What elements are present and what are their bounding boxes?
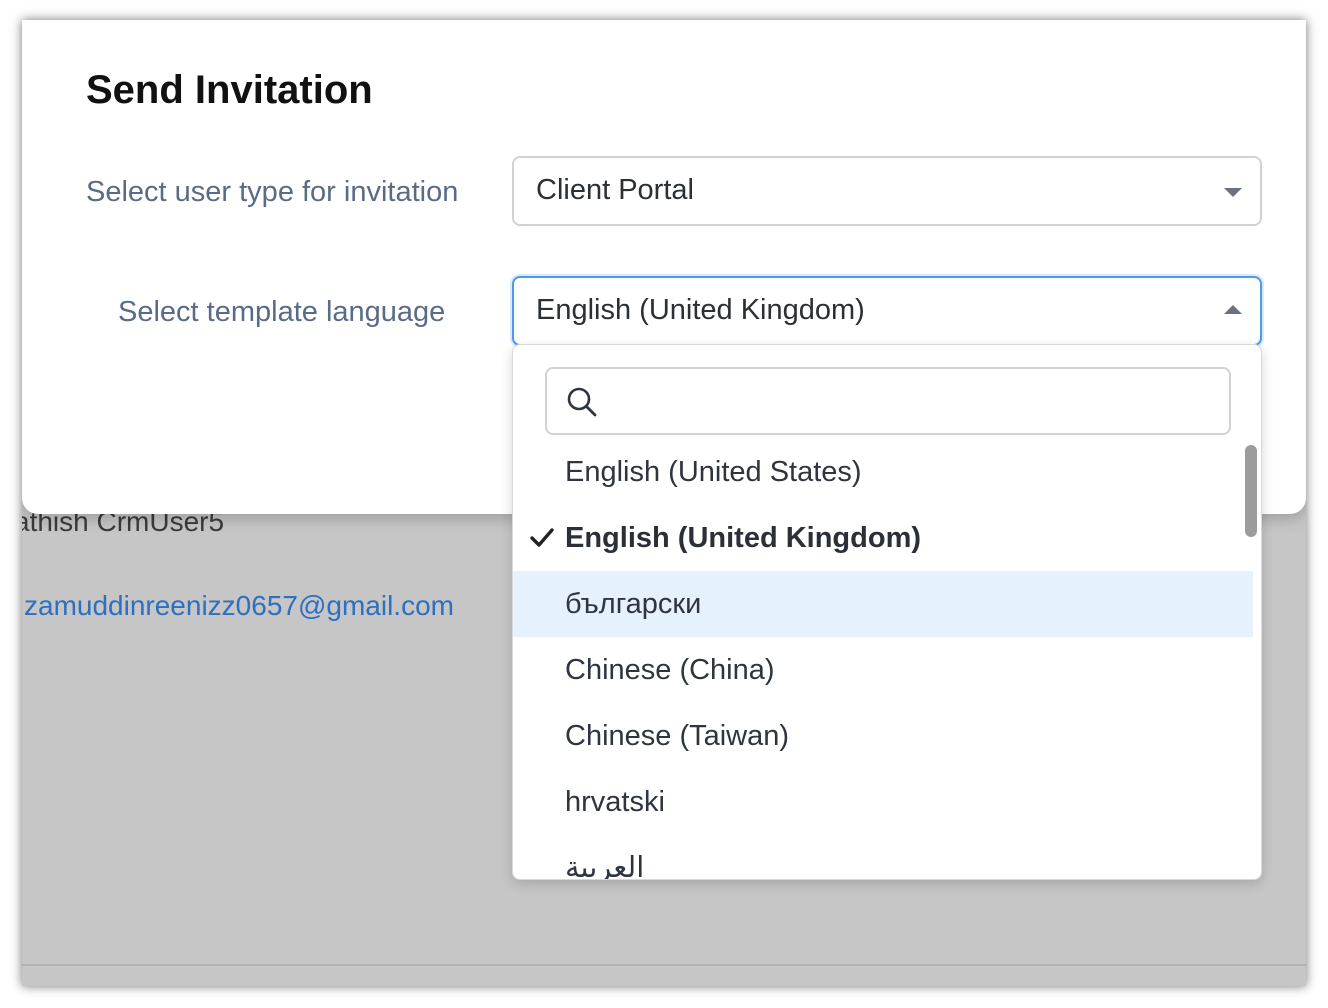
option-croatian[interactable]: hrvatski <box>513 769 1253 835</box>
dialog-title: Send Invitation <box>86 68 373 112</box>
user-type-label: Select user type for invitation <box>86 176 459 208</box>
option-label: English (United States) <box>565 456 862 488</box>
option-bulgarian[interactable]: български <box>513 571 1253 637</box>
option-label: hrvatski <box>565 786 665 818</box>
language-options-list: English (United States) English (United … <box>513 439 1253 880</box>
option-label: Chinese (Taiwan) <box>565 720 790 752</box>
language-search-box[interactable] <box>545 367 1231 435</box>
language-dropdown: English (United States) English (United … <box>512 344 1262 880</box>
divider <box>22 964 1306 966</box>
contact-email-link[interactable]: zamuddinreenizz0657@gmail.com <box>24 590 454 622</box>
template-language-label: Select template language <box>118 296 446 328</box>
option-label: Chinese (China) <box>565 654 775 686</box>
user-type-select[interactable]: Client Portal <box>512 156 1262 226</box>
chevron-down-icon <box>1224 188 1242 197</box>
dropdown-scrollbar[interactable] <box>1245 445 1257 537</box>
option-english-uk[interactable]: English (United Kingdom) <box>513 505 1253 571</box>
option-english-us[interactable]: English (United States) <box>513 439 1253 505</box>
template-language-select[interactable]: English (United Kingdom) <box>512 276 1262 346</box>
user-type-value: Client Portal <box>536 174 694 206</box>
checkmark-icon <box>530 528 554 547</box>
template-language-value: English (United Kingdom) <box>536 294 865 326</box>
language-search-input[interactable] <box>609 379 1209 423</box>
search-icon <box>567 387 597 417</box>
option-chinese-china[interactable]: Chinese (China) <box>513 637 1253 703</box>
option-arabic[interactable]: العربية <box>513 835 1253 880</box>
option-label: български <box>565 588 702 620</box>
chevron-up-icon <box>1224 305 1242 314</box>
option-label: العربية <box>565 852 645 880</box>
option-chinese-taiwan[interactable]: Chinese (Taiwan) <box>513 703 1253 769</box>
option-label: English (United Kingdom) <box>565 522 922 554</box>
